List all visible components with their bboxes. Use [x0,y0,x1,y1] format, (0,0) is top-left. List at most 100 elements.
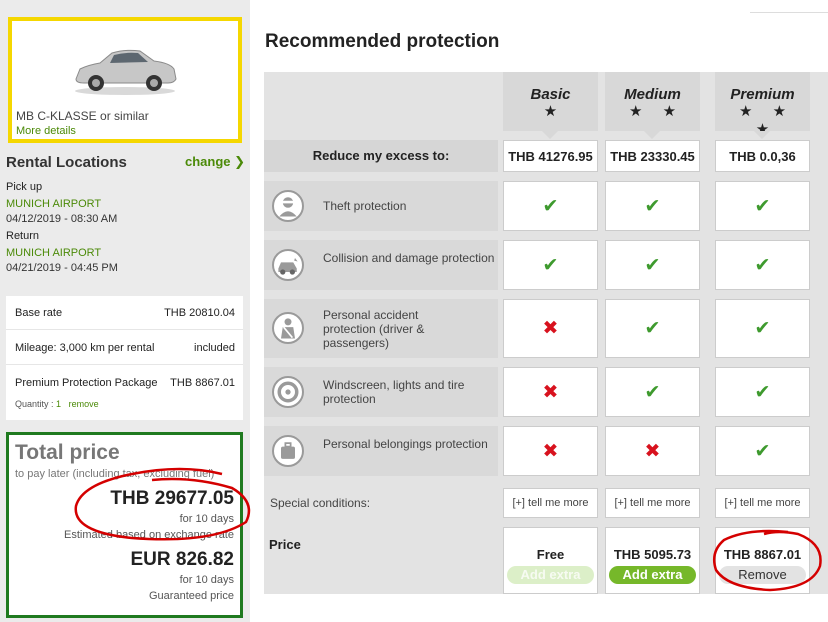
remove-button[interactable]: Remove [719,566,806,584]
check-icon: ✔ [754,318,771,339]
rental-locations-title: Rental Locations [6,154,127,171]
divider [6,329,243,330]
excess-value-premium: THB 0.0,36 [715,140,810,172]
tell-me-more-link-basic[interactable]: [+] tell me more [503,488,598,518]
check-icon: ✔ [754,381,771,403]
pointer-arrow [542,131,558,139]
price-cell-medium: THB 5095.73 Add extra [605,527,700,594]
booking-summary-sidebar: MB C-KLASSE or similar More details Rent… [0,0,250,622]
plan-header-medium: Medium ★ ★ [605,72,700,139]
car-card: MB C-KLASSE or similar More details [8,17,242,143]
excess-value-basic: THB 41276.95 [503,140,598,172]
quantity-label: Quantity : [15,399,54,409]
feature-label: Personal accident protection (driver & p… [323,308,425,350]
guaranteed-price-note: Guaranteed price [149,590,234,602]
tell-me-more-text: [+] tell me more [512,497,589,509]
package-quantity: Quantity : 1 remove [15,399,99,409]
plan-price: Free [536,547,565,562]
coverage-cell: ✔ [503,240,598,290]
plan-name: Basic [530,86,571,103]
excess-amount: THB 23330.45 [610,148,695,164]
add-extra-button-disabled: Add extra [507,566,594,584]
feature-label: Collision and damage protection [323,251,495,265]
pickup-label: Pick up [6,181,43,193]
total-price-subtitle: to pay later (including tax, excluding f… [15,468,215,480]
special-conditions-label: Special conditions: [264,488,498,518]
pickup-location: MUNICH AIRPORT [6,198,102,210]
coverage-cell: ✔ [715,181,810,231]
cross-icon: ✖ [644,440,661,462]
check-icon: ✔ [542,254,559,276]
feature-row-theft: Theft protection [264,181,498,231]
change-locations-link[interactable]: change ❯ [185,154,245,170]
feature-label: Personal belongings protection [323,437,488,451]
excess-label: Reduce my excess to: [264,140,498,172]
feature-label: Windscreen, lights and tire protection [323,378,465,406]
total-price-title: Total price [15,441,120,464]
cross-icon: ✖ [542,318,559,339]
coverage-cell: ✔ [715,367,810,417]
star-icon: ★ [543,103,566,120]
price-cell-basic: Free Add extra [503,527,598,594]
coverage-cell: ✔ [605,240,700,290]
car-image [75,49,177,95]
coverage-cell: ✔ [503,181,598,231]
pointer-arrow [644,131,660,139]
luggage-icon [272,435,304,467]
quantity-value: 1 [56,399,62,409]
change-label: change [185,154,231,169]
collision-car-icon [272,249,304,281]
coverage-cell: ✔ [715,240,810,290]
cross-icon: ✖ [542,381,559,403]
mileage-value: included [194,342,235,354]
divider [6,364,243,365]
coverage-cell: ✔ [715,426,810,476]
eur-duration: for 10 days [179,574,234,586]
total-price-box: Total price to pay later (including tax,… [6,432,243,618]
package-label: Premium Protection Package [15,377,158,389]
tire-icon [272,376,304,408]
coverage-cell: ✔ [715,299,810,358]
rate-breakdown: Base rate THB 20810.04 Mileage: 3,000 km… [6,296,243,420]
car-more-details-link[interactable]: More details [16,125,76,137]
seatbelt-icon [272,312,304,344]
package-value: THB 8867.01 [170,377,235,389]
return-label: Return [6,230,40,242]
check-icon: ✔ [542,195,559,217]
remove-package-link[interactable]: remove [69,399,99,409]
add-extra-button[interactable]: Add extra [609,566,696,584]
thief-icon [272,190,304,222]
price-cell-premium: THB 8867.01 Remove [715,527,810,594]
mileage-label: Mileage: 3,000 km per rental [15,342,155,354]
return-location: MUNICH AIRPORT [6,247,102,259]
check-icon: ✔ [644,254,661,276]
coverage-cell: ✔ [605,367,700,417]
car-model-name: MB C-KLASSE or similar [16,109,149,123]
plan-name: Medium [624,86,681,103]
check-icon: ✔ [644,381,661,403]
base-rate-label: Base rate [15,307,63,319]
cross-icon: ✖ [542,440,559,462]
pickup-datetime: 04/12/2019 - 08:30 AM [6,213,118,225]
tell-me-more-text: [+] tell me more [614,497,691,509]
total-price-amount: THB 29677.05 [110,488,234,509]
excess-amount: THB 0.0,36 [729,148,796,164]
plan-price: THB 8867.01 [723,547,802,562]
check-icon: ✔ [644,318,661,339]
page-title: Recommended protection [265,31,500,52]
feature-label: Theft protection [323,199,407,213]
return-datetime: 04/21/2019 - 04:45 PM [6,262,118,274]
check-icon: ✔ [754,254,771,276]
check-icon: ✔ [754,440,771,462]
pointer-arrow [754,131,770,139]
coverage-cell: ✔ [605,181,700,231]
divider [750,12,828,16]
mileage-row: Mileage: 3,000 km per rental included [15,342,235,354]
coverage-cell: ✖ [503,299,598,358]
tell-me-more-link-premium[interactable]: [+] tell me more [715,488,810,518]
star-icon: ★ ★ [628,103,685,120]
coverage-cell: ✖ [503,426,598,476]
price-label: Price [269,537,301,552]
feature-row-belongings: Personal belongings protection [264,426,498,476]
tell-me-more-link-medium[interactable]: [+] tell me more [605,488,700,518]
